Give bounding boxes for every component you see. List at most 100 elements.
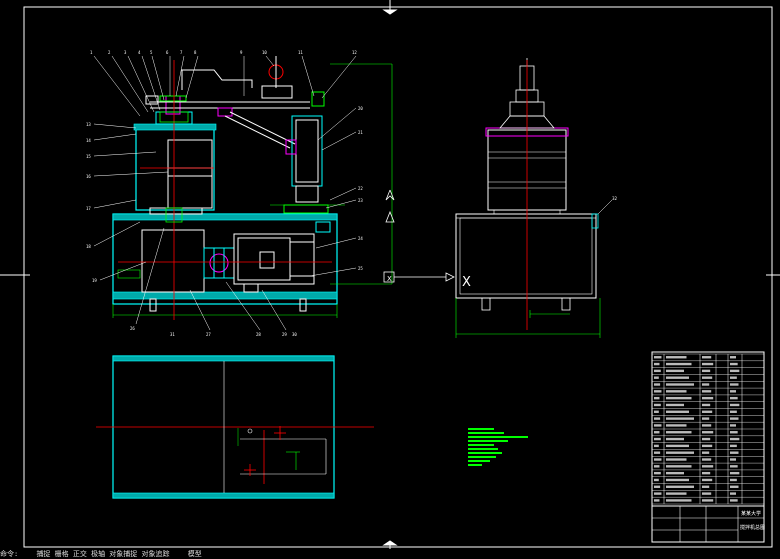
parts-list-cell-text xyxy=(666,356,687,359)
parts-list-cell-text xyxy=(702,444,713,448)
callout-24: 24 xyxy=(358,236,363,241)
parts-list-cell-text xyxy=(702,424,712,427)
parts-list-cell-text xyxy=(730,403,740,407)
callout-31: 31 xyxy=(170,332,175,337)
parts-list-cell-text xyxy=(654,362,660,366)
parts-list-cell-text xyxy=(666,465,692,468)
parts-list-cell-text xyxy=(702,390,712,393)
parts-list-cell-text xyxy=(702,369,711,373)
parts-list-cell-text xyxy=(666,424,687,427)
parts-list-cell-text xyxy=(730,390,736,393)
parts-list-cell-text xyxy=(654,410,659,413)
cad-drawing-canvas[interactable]: 1 2 3 4 5 6 7 8 9 10 11 12 13 14 15 16 1… xyxy=(0,0,780,559)
callout-20: 20 xyxy=(358,106,363,111)
callout-4: 4 xyxy=(138,50,141,55)
parts-list-cell-text xyxy=(702,465,714,468)
parts-list-cell-text xyxy=(654,465,660,468)
parts-list-cell-text xyxy=(666,492,687,495)
parts-list-cell-text xyxy=(730,424,736,427)
parts-list-cell-text xyxy=(702,485,710,488)
parts-list-cell-text xyxy=(730,492,736,495)
motor xyxy=(233,221,331,293)
parts-list-cell-text xyxy=(654,383,661,386)
parts-list-cell-text xyxy=(730,444,737,448)
parts-list-cell-text xyxy=(666,390,687,393)
callout-13: 13 xyxy=(86,122,91,127)
status-command: 命令: xyxy=(0,550,19,558)
parts-list-cell-text xyxy=(654,396,660,400)
title-block-drawing-name: 搅拌机总图 xyxy=(740,524,765,531)
parts-list-cell-text xyxy=(654,458,662,461)
parts-list-cell-text xyxy=(702,499,714,502)
side-view-callout: 32 xyxy=(612,196,618,201)
parts-list-cell-text xyxy=(730,499,738,502)
parts-list-cell-text xyxy=(730,396,738,400)
parts-list-cell-text xyxy=(666,410,689,413)
parts-list-cell-text xyxy=(666,437,684,441)
mixing-drum xyxy=(133,123,217,215)
callout-8: 8 xyxy=(194,50,197,55)
parts-list-cell-text xyxy=(702,471,711,475)
parts-list-cell-text xyxy=(654,444,659,448)
parts-list-cell-text xyxy=(702,376,713,379)
callout-14: 14 xyxy=(86,138,91,143)
parts-list-cell-text xyxy=(702,458,712,461)
parts-list-cell-text xyxy=(654,356,662,359)
parts-list-cell-text xyxy=(702,478,713,482)
parts-list-cell-text xyxy=(666,376,689,379)
callout-28: 28 xyxy=(256,332,261,337)
callout-12: 12 xyxy=(352,50,357,55)
side-view: X 32 xyxy=(455,58,618,338)
parts-list-cell-text xyxy=(666,396,692,400)
parts-list-cell-text xyxy=(730,369,740,373)
parts-list-cell-text xyxy=(654,417,661,420)
callout-30: 30 xyxy=(292,332,297,337)
parts-list-cell-text xyxy=(666,444,689,448)
callout-9: 9 xyxy=(240,50,243,55)
parts-list-cell-text xyxy=(654,376,659,379)
parts-list-cell-text xyxy=(654,369,661,373)
parts-list-cell-text xyxy=(654,437,661,441)
callout-18: 18 xyxy=(86,244,91,249)
status-bar: 命令: 捕捉 栅格 正交 极轴 对象捕捉 对象追踪 模型 xyxy=(0,549,780,559)
parts-list-cell-text xyxy=(666,458,687,461)
parts-list-cell-text xyxy=(654,478,659,482)
callout-11: 11 xyxy=(298,50,303,55)
front-view: 1 2 3 4 5 6 7 8 9 10 11 12 13 14 15 16 1… xyxy=(86,50,393,337)
callout-23: 23 xyxy=(358,198,363,203)
view-direction-arrow: X xyxy=(383,189,455,283)
callout-2: 2 xyxy=(108,50,111,55)
parts-list-cell-text xyxy=(730,451,739,454)
callout-26: 26 xyxy=(130,326,135,331)
view-arrow-label: X xyxy=(387,275,392,283)
callout-6: 6 xyxy=(166,50,169,55)
parts-list-cell-text xyxy=(730,478,737,482)
parts-list-cell-text xyxy=(702,403,711,407)
callout-17: 17 xyxy=(86,206,91,211)
callout-5: 5 xyxy=(150,50,153,55)
parts-list-cell-text xyxy=(730,471,740,475)
parts-list-cell-text xyxy=(666,499,692,502)
callout-15: 15 xyxy=(86,154,91,159)
overall-dimension xyxy=(330,63,393,285)
parts-list-cell-text xyxy=(730,485,739,488)
parts-list-cell-text xyxy=(702,492,712,495)
parts-list-cell-text xyxy=(654,492,662,495)
parts-list-cell-text xyxy=(654,499,660,502)
callout-25: 25 xyxy=(358,266,363,271)
parts-list-cell-text xyxy=(730,356,736,359)
parts-list-cell-text xyxy=(654,403,661,407)
parts-list-cell-text xyxy=(730,376,737,379)
parts-list-cell-text xyxy=(702,417,710,420)
parts-list-cell-text xyxy=(730,362,738,366)
status-space[interactable]: 模型 xyxy=(188,550,202,558)
parts-list-cell-text xyxy=(730,383,739,386)
callout-22: 22 xyxy=(358,186,363,191)
callout-16: 16 xyxy=(86,174,91,179)
side-view-mark: X xyxy=(462,275,471,290)
parts-list-cell-text xyxy=(666,431,692,434)
parts-list-cell-text xyxy=(654,485,661,488)
parts-list-cell-text xyxy=(654,424,662,427)
status-toggles[interactable]: 捕捉 栅格 正交 极轴 对象捕捉 对象追踪 xyxy=(36,550,169,558)
parts-list-cell-text xyxy=(666,383,694,386)
